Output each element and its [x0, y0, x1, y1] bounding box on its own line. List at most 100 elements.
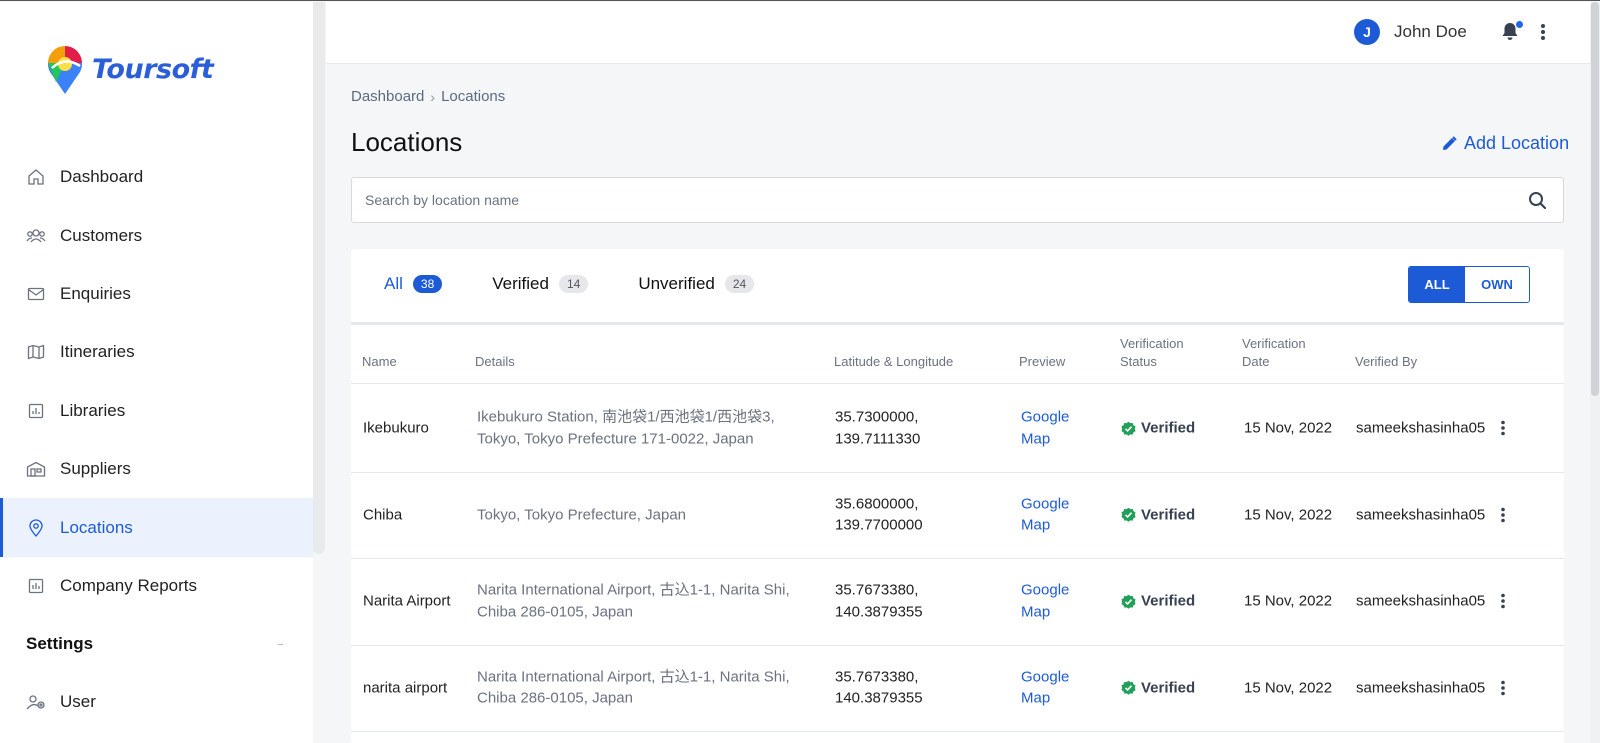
locations-card: All 38 Verified 14 Unverified 24 ALL OWN… [351, 249, 1564, 743]
header-line: Verification [1242, 336, 1306, 351]
sidebar-item-user[interactable]: User [0, 673, 313, 731]
tab-unverified[interactable]: Unverified 24 [638, 274, 755, 294]
mail-icon [26, 284, 46, 304]
report-icon [26, 576, 46, 596]
sidebar-nav: Dashboard Customers Enquiries Itinerarie… [0, 148, 313, 732]
scrollbar-thumb[interactable] [1591, 2, 1599, 396]
breadcrumb: Dashboard › Locations [351, 88, 505, 105]
notification-dot [1516, 21, 1523, 28]
page-scrollbar[interactable] [1590, 2, 1600, 743]
sidebar-item-label: Company Reports [60, 575, 198, 595]
column-header-preview[interactable]: Preview [1019, 353, 1065, 371]
tab-label: Verified [492, 274, 549, 293]
google-map-link[interactable]: Google Map [1021, 580, 1091, 623]
sidebar-item-enquiries[interactable]: Enquiries [0, 265, 313, 323]
row-actions-icon[interactable] [1500, 680, 1506, 696]
tab-all[interactable]: All 38 [384, 274, 443, 294]
pin-icon [26, 518, 46, 538]
google-map-link[interactable]: Google Map [1021, 407, 1091, 450]
settings-section-toggle[interactable]: Settings – [0, 615, 313, 673]
table-row[interactable]: Ikebukuro Ikebukuro Station, 南池袋1/西池袋1/西… [351, 385, 1564, 473]
verified-check-icon [1121, 507, 1136, 522]
header-line: Status [1120, 354, 1157, 369]
add-location-label: Add Location [1464, 133, 1570, 153]
sidebar-item-customers[interactable]: Customers [0, 206, 313, 264]
location-details: Narita International Airport, 古込1-1, Nar… [477, 581, 790, 621]
edit-pen-icon [1443, 135, 1457, 150]
verification-date: 15 Nov, 2022 [1244, 419, 1333, 437]
longitude: 139.7111330 [835, 430, 921, 448]
verification-date: 15 Nov, 2022 [1244, 679, 1333, 696]
verification-date: 15 Nov, 2022 [1244, 592, 1333, 610]
sidebar-item-label: User [60, 692, 96, 712]
breadcrumb-current: Locations [441, 88, 506, 105]
longitude: 139.7700000 [835, 516, 923, 534]
table-row[interactable]: Chiba Tokyo, Tokyo Prefecture, Japan 35.… [351, 472, 1564, 559]
row-actions-icon[interactable] [1500, 420, 1506, 436]
column-header-details[interactable]: Details [475, 353, 515, 371]
tab-verified[interactable]: Verified 14 [492, 274, 589, 294]
sidebar-item-label: Dashboard [60, 167, 144, 187]
google-map-link[interactable]: Google Map [1021, 666, 1091, 709]
chart-icon [26, 401, 46, 421]
lat-lng: 35.7673380, 140.3879355 [835, 666, 923, 709]
table-row[interactable]: Narita Airport Narita International Airp… [351, 558, 1564, 646]
status-label: Verified [1141, 679, 1196, 696]
users-icon [26, 226, 46, 246]
location-name: Ikebukuro [363, 419, 429, 437]
row-actions-icon[interactable] [1500, 593, 1506, 609]
table-row[interactable]: narita airport Narita International Airp… [351, 645, 1564, 732]
verified-check-icon [1121, 680, 1136, 695]
sidebar: Toursoft Dashboard Customers Enquiries I… [0, 2, 313, 743]
sidebar-item-dashboard[interactable]: Dashboard [0, 148, 313, 206]
location-details: Tokyo, Tokyo Prefecture, Japan [477, 506, 687, 523]
user-gear-icon [26, 692, 46, 712]
search-input[interactable] [352, 178, 1502, 222]
column-header-name[interactable]: Name [362, 353, 397, 371]
toggle-all-button[interactable]: ALL [1409, 267, 1465, 302]
lat-lng: 35.7673380, 140.3879355 [835, 580, 923, 623]
tab-label: All [384, 274, 403, 293]
google-map-link[interactable]: Google Map [1021, 493, 1091, 536]
latitude: 35.7673380, [835, 581, 919, 599]
column-header-verification-status[interactable]: Verification Status [1120, 335, 1184, 371]
sidebar-item-itineraries[interactable]: Itineraries [0, 323, 313, 381]
header-line: Date [1242, 354, 1270, 369]
add-location-button[interactable]: Add Location [1440, 133, 1569, 154]
verified-check-icon [1121, 594, 1136, 609]
verified-by: sameekshasinha05 [1356, 679, 1486, 696]
column-header-verified-by[interactable]: Verified By [1355, 353, 1417, 371]
sidebar-item-label: Itineraries [60, 342, 135, 362]
sidebar-item-label: Libraries [60, 400, 126, 420]
column-header-verification-date[interactable]: Verification Date [1242, 335, 1306, 371]
page-title: Locations [351, 127, 463, 157]
count-badge: 14 [558, 275, 589, 293]
settings-heading: Settings [26, 634, 94, 654]
breadcrumb-dashboard[interactable]: Dashboard [351, 88, 424, 105]
sidebar-scrollbar[interactable] [313, 2, 325, 554]
status-badge: Verified [1121, 504, 1195, 526]
longitude: 140.3879355 [835, 689, 923, 707]
status-label: Verified [1141, 592, 1196, 610]
sidebar-item-company-reports[interactable]: Company Reports [0, 557, 313, 615]
toggle-own-button[interactable]: OWN [1465, 267, 1529, 302]
row-actions-icon[interactable] [1500, 507, 1506, 523]
sidebar-item-suppliers[interactable]: Suppliers [0, 440, 313, 498]
search-icon[interactable] [1528, 191, 1547, 210]
more-vertical-icon[interactable] [1540, 23, 1546, 41]
sidebar-item-label: Enquiries [60, 283, 131, 303]
table-header: Name Details Latitude & Longitude Previe… [351, 322, 1564, 384]
longitude: 140.3879355 [835, 603, 923, 621]
logo-pin-icon [48, 46, 82, 94]
sidebar-item-locations[interactable]: Locations [0, 498, 313, 557]
user-name: John Doe [1394, 22, 1467, 41]
status-badge: Verified [1121, 677, 1195, 699]
column-header-latlng[interactable]: Latitude & Longitude [834, 353, 953, 371]
status-label: Verified [1141, 506, 1196, 523]
brand-logo[interactable]: Toursoft [44, 42, 214, 96]
map-icon [26, 342, 46, 362]
sidebar-item-label: Locations [60, 517, 133, 537]
sidebar-item-label: Customers [60, 225, 143, 245]
user-menu[interactable]: J John Doe [1354, 19, 1467, 45]
sidebar-item-libraries[interactable]: Libraries [0, 382, 313, 440]
